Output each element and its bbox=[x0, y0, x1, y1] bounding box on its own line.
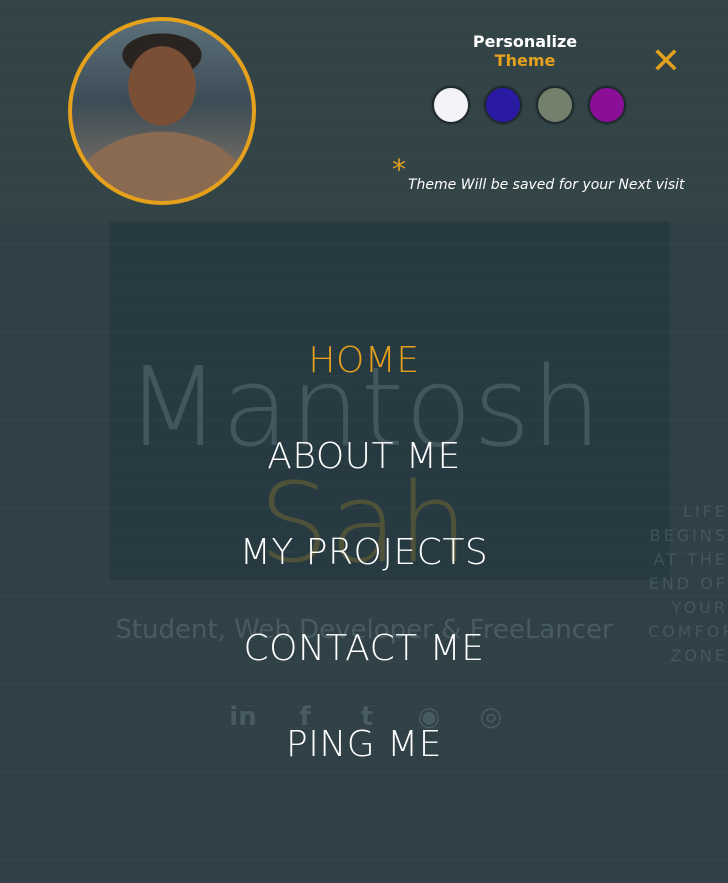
theme-save-note: Theme Will be saved for your Next visit bbox=[408, 177, 685, 193]
profile-avatar bbox=[68, 17, 256, 205]
theme-swatches bbox=[432, 86, 626, 124]
swatch-green[interactable] bbox=[536, 86, 574, 124]
swatch-white[interactable] bbox=[432, 86, 470, 124]
theme-label: Theme bbox=[494, 51, 556, 70]
menu-item-home[interactable]: HOME bbox=[0, 338, 728, 434]
close-icon[interactable]: ✕ bbox=[648, 44, 684, 80]
asterisk-mark: * bbox=[392, 153, 406, 186]
main-menu: HOME ABOUT ME MY PROJECTS CONTACT ME PIN… bbox=[0, 338, 728, 818]
menu-item-ping-me[interactable]: PING ME bbox=[0, 722, 728, 818]
menu-item-my-projects[interactable]: MY PROJECTS bbox=[0, 530, 728, 626]
personalize-label: Personalize bbox=[472, 32, 578, 51]
swatch-purple[interactable] bbox=[588, 86, 626, 124]
swatch-blue[interactable] bbox=[484, 86, 522, 124]
personalize-theme-title: Personalize Theme bbox=[440, 32, 610, 70]
menu-item-about-me[interactable]: ABOUT ME bbox=[0, 434, 728, 530]
menu-header: Personalize Theme ✕ * Theme Will be save… bbox=[0, 0, 728, 221]
menu-item-contact-me[interactable]: CONTACT ME bbox=[0, 626, 728, 722]
